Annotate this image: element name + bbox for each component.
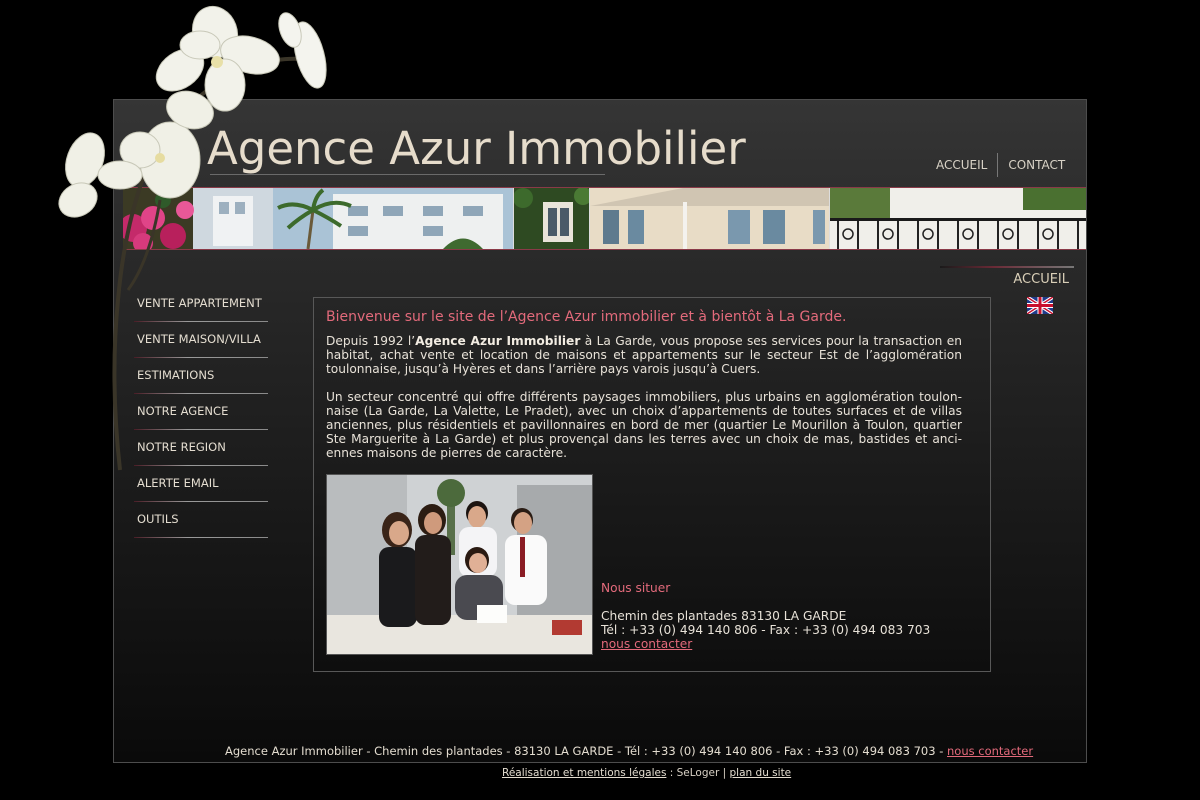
footer-contact-link[interactable]: nous contacter: [947, 744, 1033, 758]
sidenav-vente-appartement[interactable]: VENTE APPARTEMENT: [134, 286, 268, 322]
contact-title: Nous situer: [601, 581, 671, 595]
sector-paragraph: Un secteur concentré qui offre différent…: [326, 390, 962, 460]
subfooter-separator: : SeLoger |: [666, 767, 730, 779]
footer-text: Agence Azur Immobilier - Chemin des plan…: [225, 744, 948, 758]
top-nav: ACCUEIL CONTACT: [926, 153, 1075, 177]
intro-paragraph: Depuis 1992 l’Agence Azur Immobilier à L…: [326, 334, 962, 376]
sidenav-notre-region[interactable]: NOTRE REGION: [134, 430, 268, 466]
header-banner: [123, 187, 1086, 250]
sidenav-notre-agence[interactable]: NOTRE AGENCE: [134, 394, 268, 430]
contact-link[interactable]: nous contacter: [601, 637, 692, 651]
contact-block: Nous situer Chemin des plantades 83130 L…: [601, 581, 930, 651]
breadcrumb: ACCUEIL: [1013, 272, 1069, 287]
team-photo: [326, 474, 593, 655]
sitemap-link[interactable]: plan du site: [730, 767, 792, 779]
sidenav-estimations[interactable]: ESTIMATIONS: [134, 358, 268, 394]
site-logo[interactable]: Agence Azur Immobilier: [207, 122, 746, 175]
logo-underline: [210, 174, 605, 175]
sub-footer: Réalisation et mentions légales : SeLoge…: [502, 767, 791, 779]
page-title: Bienvenue sur le site de l’Agence Azur i…: [326, 309, 847, 325]
uk-flag-icon[interactable]: [1027, 297, 1053, 314]
topnav-accueil-link[interactable]: ACCUEIL: [926, 158, 997, 172]
sidenav-alerte-email[interactable]: ALERTE EMAIL: [134, 466, 268, 502]
agency-name: Agence Azur Immobilier: [415, 334, 581, 348]
legal-link[interactable]: Réalisation et mentions légales: [502, 767, 666, 779]
contact-phone: Tél : +33 (0) 494 140 806 - Fax : +33 (0…: [601, 623, 931, 637]
contact-address: Chemin des plantades 83130 LA GARDE: [601, 609, 847, 623]
topnav-contact-link[interactable]: CONTACT: [998, 158, 1075, 172]
main-content: Bienvenue sur le site de l’Agence Azur i…: [313, 297, 991, 672]
sidenav-outils[interactable]: OUTILS: [134, 502, 268, 538]
side-nav: VENTE APPARTEMENT VENTE MAISON/VILLA EST…: [134, 286, 268, 538]
footer: Agence Azur Immobilier - Chemin des plan…: [225, 744, 1033, 758]
breadcrumb-divider: [940, 266, 1074, 268]
banner-photos: [123, 188, 1086, 249]
sidenav-vente-maison-villa[interactable]: VENTE MAISON/VILLA: [134, 322, 268, 358]
